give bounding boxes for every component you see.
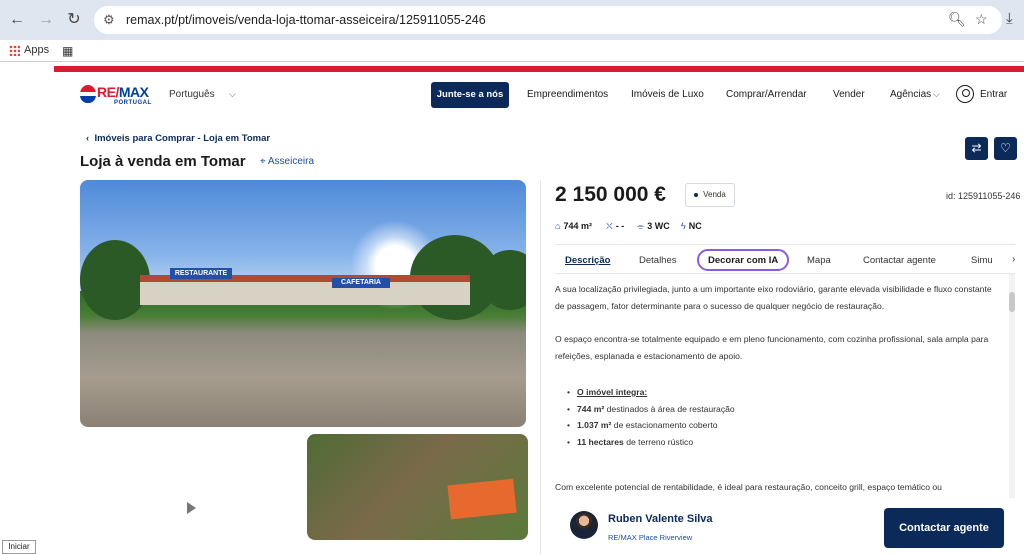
shower-icon: ⌯ bbox=[637, 221, 645, 231]
agent-office[interactable]: RE/MAX Place Riverview bbox=[608, 533, 692, 542]
join-button[interactable]: Junte-se a nós bbox=[431, 82, 509, 108]
list-item: 11 hectares de terreno rústico bbox=[567, 434, 1000, 451]
apps-icon bbox=[9, 44, 20, 56]
bookmark-apps[interactable]: Apps bbox=[9, 44, 49, 56]
tab-mapa[interactable]: Mapa bbox=[807, 255, 831, 266]
agent-bar: Ruben Valente Silva RE/MAX Place Rivervi… bbox=[555, 498, 1024, 554]
nav-empreendimentos[interactable]: Empreendimentos bbox=[527, 89, 608, 100]
site-header: RE/MAX PORTUGAL Português ⌵ Junte-se a n… bbox=[54, 72, 1024, 120]
features-list: O imóvel integra: 744 m² destinados à ár… bbox=[567, 384, 1000, 450]
status-badge: Venda bbox=[685, 183, 735, 207]
listing-id: id: 125911055-246 bbox=[946, 191, 1021, 201]
list-item: O imóvel integra: bbox=[567, 384, 1000, 401]
nav-comprar-arrendar[interactable]: Comprar/Arrendar bbox=[726, 89, 807, 100]
bookmarks-bar: Apps ▦ bbox=[0, 40, 1024, 62]
url-text[interactable]: remax.pt/pt/imoveis/venda-loja-ttomar-as… bbox=[126, 13, 486, 27]
nav-agencias[interactable]: Agências bbox=[890, 89, 931, 100]
main-photo[interactable]: RESTAURANTE CAFETARIA bbox=[80, 180, 526, 427]
description-paragraph: O espaço encontra-se totalmente equipado… bbox=[555, 334, 989, 361]
login-link[interactable]: Entrar bbox=[980, 89, 1007, 100]
aerial-photo[interactable] bbox=[307, 434, 528, 540]
chevron-down-icon[interactable]: ⌵ bbox=[229, 89, 236, 100]
tab-contactar-agente[interactable]: Contactar agente bbox=[863, 255, 936, 266]
nav-imoveis-luxo[interactable]: Imóveis de Luxo bbox=[631, 89, 704, 100]
agent-name[interactable]: Ruben Valente Silva bbox=[608, 513, 713, 525]
listing-tabs: Descrição Detalhes Decorar com IA Mapa C… bbox=[555, 244, 1015, 274]
back-icon[interactable]: ← bbox=[7, 10, 27, 30]
page-title: Loja à venda em Tomar bbox=[80, 153, 246, 170]
forward-icon[interactable]: → bbox=[36, 10, 56, 30]
start-button[interactable]: Iniciar bbox=[2, 540, 36, 554]
favorite-heart-icon[interactable]: ♡ bbox=[994, 137, 1017, 160]
tab-groups-icon[interactable]: ▦ bbox=[62, 44, 73, 58]
list-item: 1.037 m² de estacionamento coberto bbox=[567, 417, 1000, 434]
description: A sua localização privilegiada, junto a … bbox=[555, 281, 1000, 513]
play-icon[interactable] bbox=[178, 496, 202, 520]
feature-energy: ϟ NC bbox=[681, 221, 702, 231]
breadcrumb[interactable]: ‹ Imóveis para Comprar - Loja em Tomar bbox=[86, 133, 270, 144]
price: 2 150 000 € bbox=[555, 183, 666, 206]
description-paragraph: Com excelente potencial de rentabilidade… bbox=[555, 482, 942, 492]
restaurant-building bbox=[140, 275, 470, 305]
tab-simulador[interactable]: Simu bbox=[971, 255, 993, 266]
tabs-scroll-right-icon[interactable]: › bbox=[1012, 254, 1015, 265]
pin-icon: ⌖ bbox=[260, 156, 266, 167]
feature-area: ⌂ 744 m² bbox=[555, 221, 592, 231]
zoom-icon[interactable]: 🔍︎ bbox=[948, 11, 966, 28]
reload-icon[interactable]: ↻ bbox=[64, 10, 84, 30]
description-scrollbar[interactable] bbox=[1009, 274, 1015, 504]
list-item: 744 m² destinados à área de restauração bbox=[567, 401, 1000, 418]
tab-detalhes[interactable]: Detalhes bbox=[639, 255, 677, 266]
address-bar[interactable]: ⚙ remax.pt/pt/imoveis/venda-loja-ttomar-… bbox=[94, 6, 1002, 34]
balloon-icon bbox=[80, 85, 96, 103]
tab-decorar-ia[interactable]: Decorar com IA bbox=[697, 249, 790, 271]
feature-beds: ⛌ - - bbox=[606, 221, 625, 231]
site-info-icon[interactable]: ⚙ bbox=[103, 12, 115, 28]
chevron-down-icon[interactable]: ⌵ bbox=[933, 89, 940, 100]
energy-icon: ϟ bbox=[681, 221, 686, 231]
area-icon: ⌂ bbox=[555, 221, 561, 231]
user-icon[interactable] bbox=[956, 85, 974, 103]
toolbar: ← → ↻ ⚙ remax.pt/pt/imoveis/venda-loja-t… bbox=[0, 0, 1024, 40]
download-icon[interactable]: ⤓ bbox=[1006, 10, 1013, 27]
browser-chrome: ← → ↻ ⚙ remax.pt/pt/imoveis/venda-loja-t… bbox=[0, 0, 1024, 62]
share-icon[interactable]: ⇄ bbox=[965, 137, 988, 160]
divider bbox=[540, 180, 541, 554]
contact-agent-button[interactable]: Contactar agente bbox=[884, 508, 1004, 548]
avatar[interactable] bbox=[570, 511, 598, 539]
language-selector[interactable]: Português bbox=[169, 89, 215, 100]
feature-wc: ⌯ 3 WC bbox=[637, 221, 670, 231]
description-paragraph: A sua localização privilegiada, junto a … bbox=[555, 284, 992, 311]
nav-vender[interactable]: Vender bbox=[833, 89, 865, 100]
remax-logo[interactable]: RE/MAX PORTUGAL bbox=[80, 84, 152, 108]
location-link[interactable]: ⌖ Asseiceira bbox=[260, 156, 314, 167]
bookmark-star-icon[interactable]: ☆ bbox=[975, 11, 988, 28]
tab-descricao[interactable]: Descrição bbox=[565, 255, 610, 266]
bed-icon: ⛌ bbox=[606, 221, 613, 231]
